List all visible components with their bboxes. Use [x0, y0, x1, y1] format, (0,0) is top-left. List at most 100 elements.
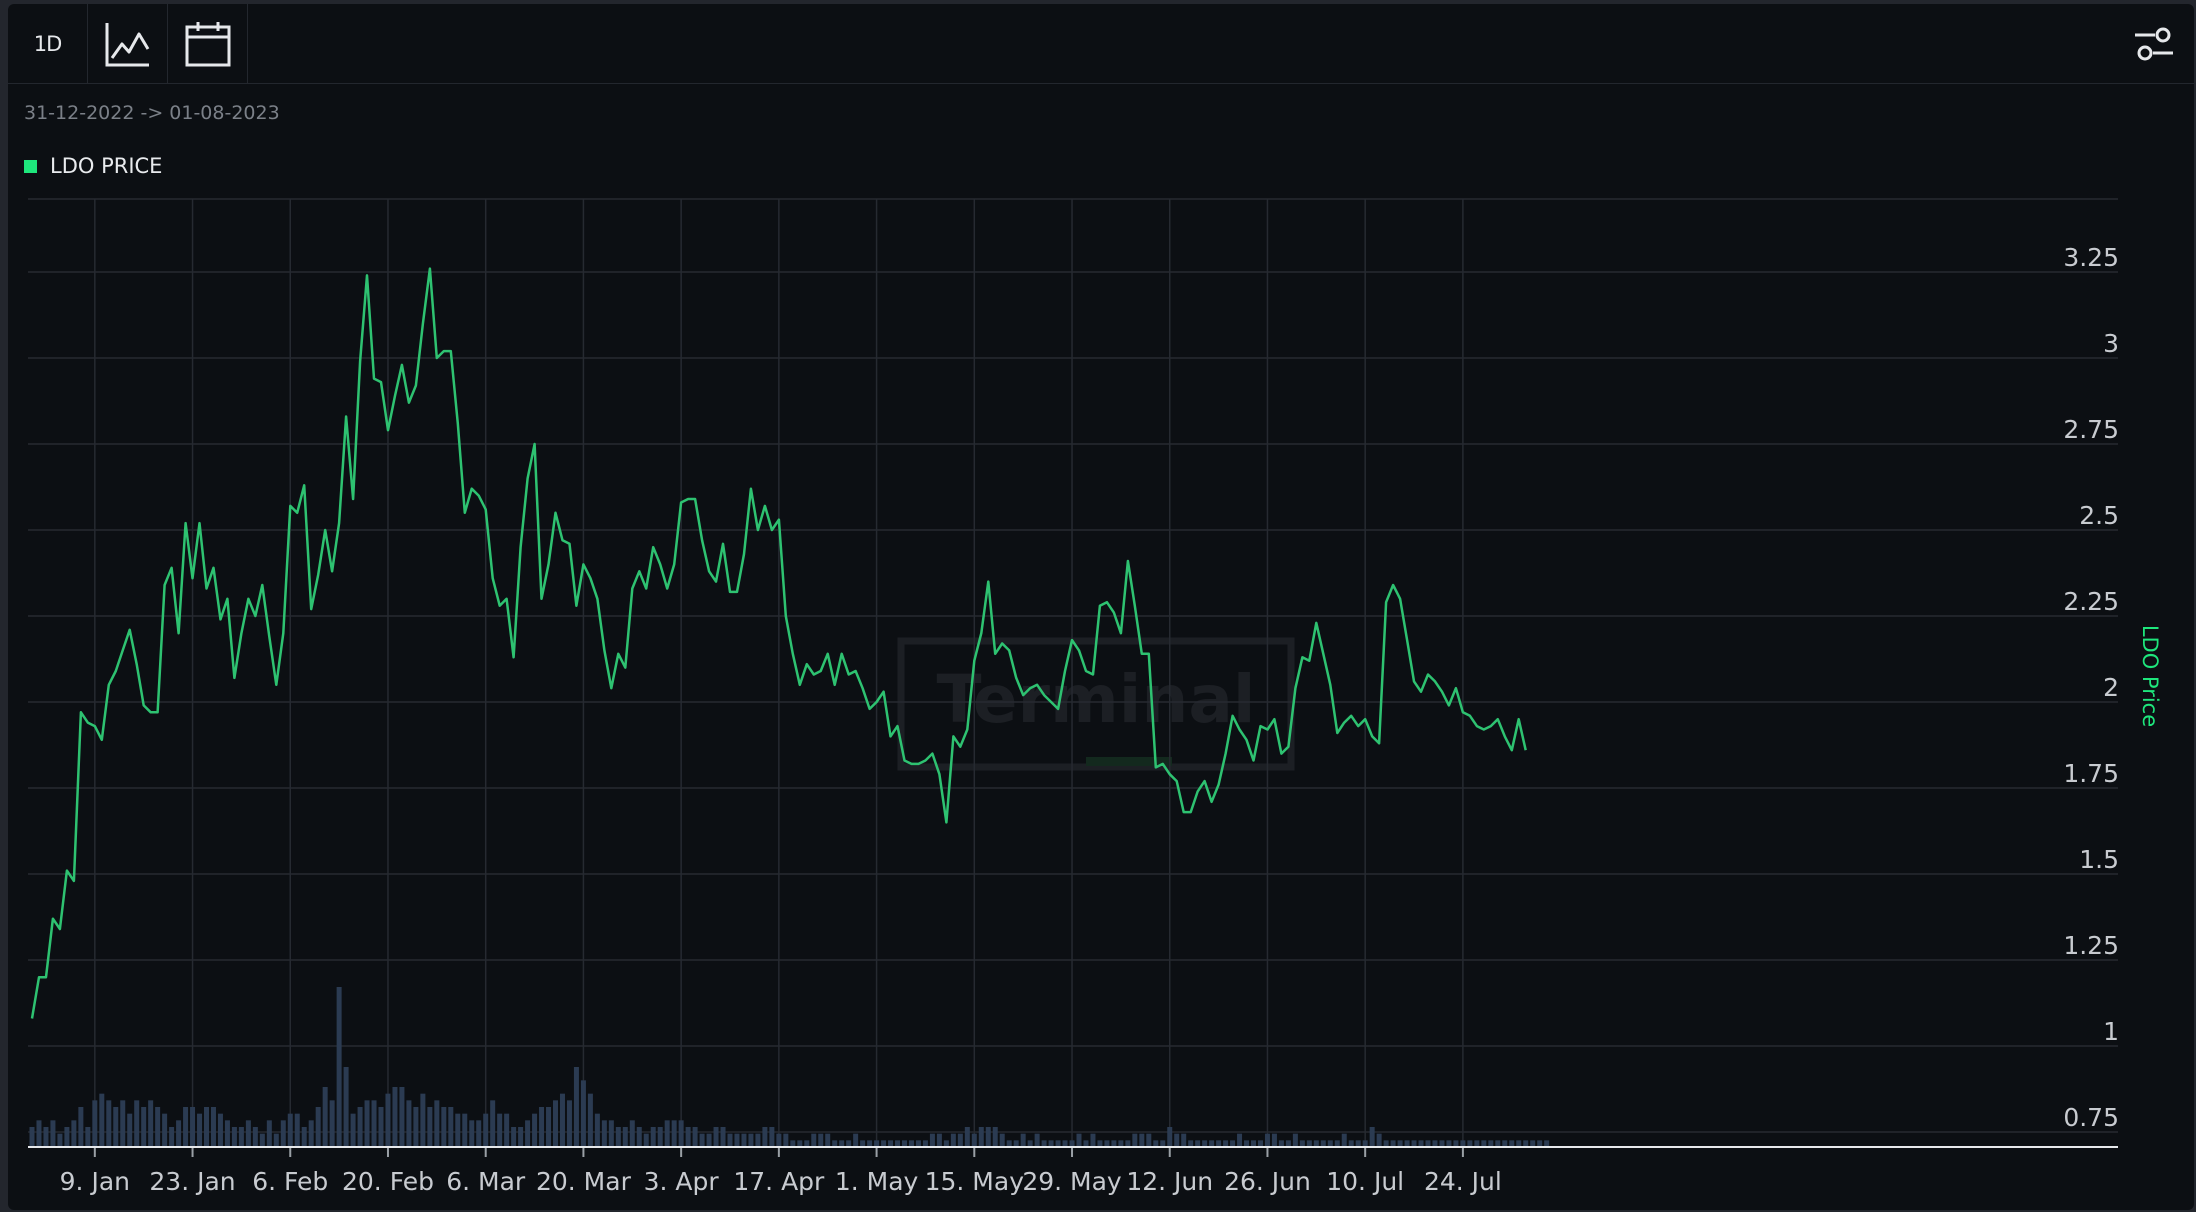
volume-bar [92, 1100, 98, 1147]
volume-bar [741, 1133, 747, 1147]
volume-bar [78, 1107, 84, 1147]
volume-bar [559, 1093, 565, 1147]
volume-bar [566, 1100, 572, 1147]
volume-bar [511, 1127, 517, 1147]
y-tick-label: 1.75 [2063, 759, 2119, 788]
volume-bar [343, 1067, 349, 1147]
volume-bar [245, 1120, 251, 1147]
volume-bar [120, 1100, 126, 1147]
volume-bar [497, 1113, 503, 1147]
volume-bar [532, 1113, 538, 1147]
y-tick-label: 2.25 [2063, 587, 2119, 616]
x-axis: 9. Jan 23. Jan 6. Feb 20. Feb 6. Mar 20. Mar 3… [28, 1146, 2118, 1196]
legend[interactable]: LDO PRICE [24, 154, 162, 178]
settings-button[interactable] [2114, 4, 2194, 84]
volume-bar [671, 1120, 677, 1147]
x-tick-label: 3. Apr [644, 1167, 720, 1196]
volume-bar [1376, 1133, 1382, 1147]
volume-bar [217, 1113, 223, 1147]
legend-swatch [24, 159, 37, 173]
volume-bar [350, 1113, 356, 1147]
y-tick-label: 3 [2103, 329, 2119, 358]
volume-bar [657, 1127, 663, 1147]
y-axis-label: LDO Price [2138, 625, 2162, 727]
y-tick-label: 2.5 [2079, 501, 2119, 530]
volume-bar [1181, 1133, 1187, 1147]
volume-bar [1174, 1133, 1180, 1147]
volume-bar [71, 1120, 77, 1147]
volume-bar [1132, 1133, 1138, 1147]
x-tick-label: 12. Jun [1126, 1167, 1213, 1196]
volume-bar [950, 1133, 956, 1147]
y-tick-label: 2.75 [2063, 415, 2119, 444]
volume-bar [64, 1127, 70, 1147]
volume-bar [127, 1113, 133, 1147]
volume-bar [699, 1133, 705, 1147]
volume-bar [1034, 1133, 1040, 1147]
volume-bar [308, 1120, 314, 1147]
volume-bar [504, 1113, 510, 1147]
chart-canvas[interactable]: Terminal 9. Jan 23. Jan 6. Feb 20. Feb 6. Ma… [8, 4, 2194, 1210]
volume-bar [427, 1107, 433, 1147]
volume-bar [1090, 1133, 1096, 1147]
volume-bar [992, 1127, 998, 1147]
volume-bar [113, 1107, 119, 1147]
x-tick-label: 24. Jul [1424, 1167, 1502, 1196]
x-tick-label: 20. Mar [536, 1167, 632, 1196]
volume-bar [190, 1107, 196, 1147]
x-tick-label: 23. Jan [149, 1167, 235, 1196]
volume-bar [141, 1107, 147, 1147]
volume-bar [273, 1133, 279, 1147]
volume-bar [769, 1127, 775, 1147]
volume-bar [936, 1133, 942, 1147]
interval-button[interactable]: 1D [8, 4, 88, 84]
volume-bar [287, 1113, 293, 1147]
volume-bar [231, 1127, 237, 1147]
volume-bar [580, 1080, 586, 1147]
volume-bar [434, 1100, 440, 1147]
volume-bar [99, 1093, 105, 1147]
volume-bar [985, 1127, 991, 1147]
volume-bar [748, 1133, 754, 1147]
volume-bar [357, 1107, 363, 1147]
volume-bar [378, 1107, 384, 1147]
volume-bar [1076, 1133, 1082, 1147]
x-tick-label: 15. May [925, 1167, 1025, 1196]
volume-bar [734, 1133, 740, 1147]
chart-type-button[interactable] [88, 4, 168, 84]
volume-bar [692, 1127, 698, 1147]
volume-bar [755, 1133, 761, 1147]
volume-bar [685, 1127, 691, 1147]
volume-bar [204, 1107, 209, 1147]
volume-bar [964, 1127, 970, 1147]
volume-bar [210, 1107, 216, 1147]
volume-bar [259, 1133, 265, 1147]
y-tick-label: 1.5 [2079, 845, 2119, 874]
volume-bar [364, 1100, 370, 1147]
x-tick-label: 26. Jun [1224, 1167, 1311, 1196]
volume-bar [1341, 1133, 1347, 1147]
line-chart-icon [105, 23, 149, 67]
volume-bar [825, 1133, 831, 1147]
volume-bar [1139, 1133, 1145, 1147]
y-tick-label: 1.25 [2063, 931, 2119, 960]
volume-bar [148, 1100, 154, 1147]
volume-bar [601, 1120, 607, 1147]
x-tick-label: 29. May [1022, 1167, 1122, 1196]
volume-bar [629, 1120, 635, 1147]
date-range-button[interactable] [168, 4, 248, 84]
volume-bar [57, 1133, 63, 1147]
volume-bar [622, 1127, 628, 1147]
settings-sliders-icon [2135, 27, 2173, 61]
volume-bar [706, 1133, 712, 1147]
volume-bar [36, 1120, 42, 1147]
volume-bar [322, 1087, 328, 1147]
x-tick-label: 10. Jul [1326, 1167, 1404, 1196]
volume-bar [636, 1127, 642, 1147]
y-axis: 0.75 1 1.25 1.5 1.75 2 2.25 2.5 2.75 3 3.25 LDO Pri… [2063, 243, 2162, 1132]
y-tick-label: 2 [2103, 673, 2119, 702]
volume-bar [413, 1107, 419, 1147]
terminal-watermark: Terminal [897, 637, 1295, 771]
volume-bar [315, 1107, 321, 1147]
volume-bar [518, 1127, 524, 1147]
